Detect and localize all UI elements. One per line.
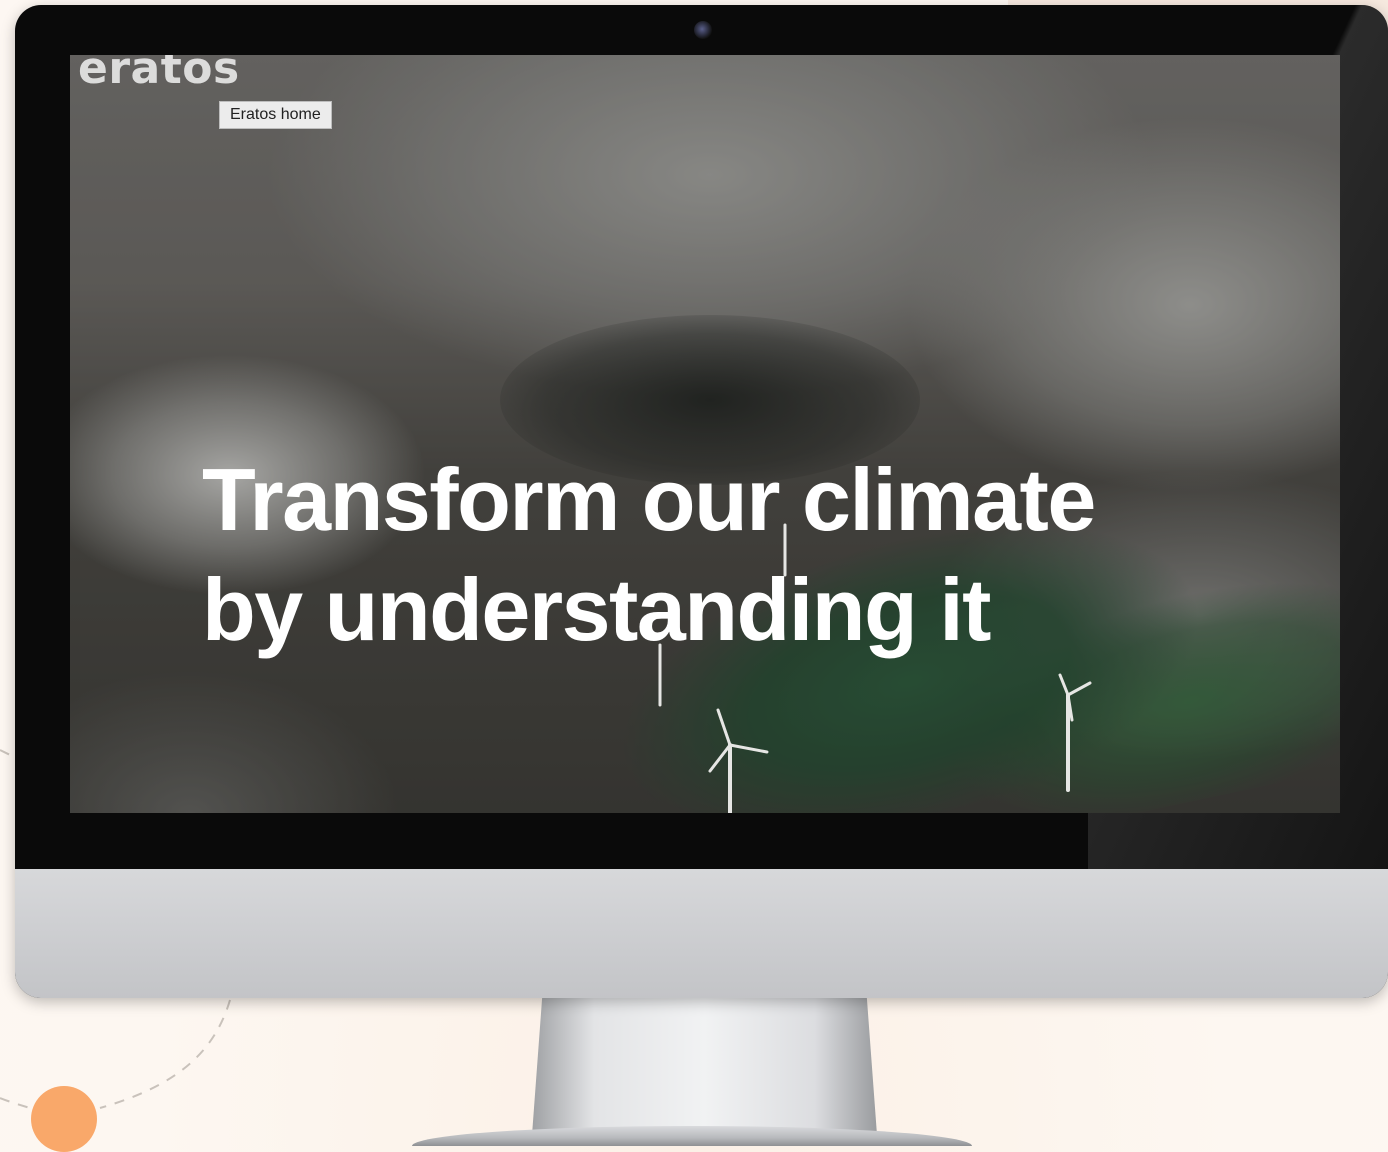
camera-icon <box>694 21 712 39</box>
monitor-stand <box>532 995 877 1135</box>
hero-title-line-2: by understanding it <box>202 560 991 659</box>
monitor-stand-base <box>412 1126 972 1146</box>
orange-dot-icon <box>31 1086 97 1152</box>
hero-title-line-1: Transform our climate <box>202 450 1096 549</box>
hero-title: Transform our climate by understanding i… <box>202 445 1302 665</box>
wind-turbines-image <box>658 523 1092 813</box>
page-background: eratos Eratos home Transform our climate… <box>0 0 1388 1152</box>
eratos-logo[interactable]: eratos <box>78 55 240 94</box>
monitor-frame: eratos Eratos home Transform our climate… <box>15 5 1388 998</box>
website-screen: eratos Eratos home Transform our climate… <box>70 55 1340 813</box>
monitor-chin <box>15 869 1388 998</box>
home-link-tooltip: Eratos home <box>219 101 332 129</box>
